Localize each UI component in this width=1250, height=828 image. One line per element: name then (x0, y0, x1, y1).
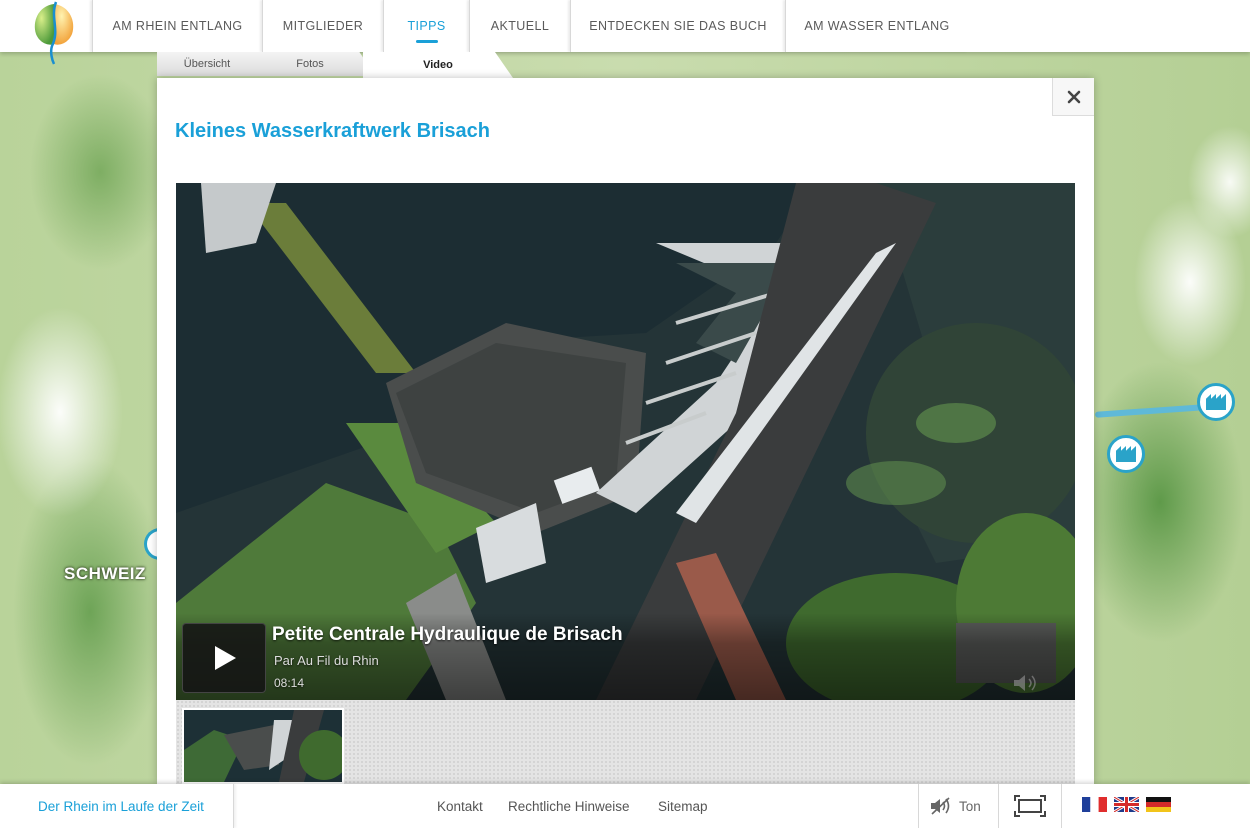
flag-fr-icon[interactable] (1082, 797, 1107, 812)
logo[interactable] (30, 0, 78, 66)
nav-item-am-rhein-entlang[interactable]: AM RHEIN ENTLANG (92, 0, 262, 52)
fullscreen-button[interactable] (998, 784, 1062, 828)
flag-en-icon[interactable] (1114, 797, 1139, 812)
map-marker-hydro-plant-icon[interactable] (1107, 435, 1145, 473)
fullscreen-icon (1014, 795, 1046, 817)
flag-de-icon[interactable] (1146, 797, 1171, 812)
video-duration: 08:14 (274, 676, 305, 690)
video-thumbnail[interactable] (182, 708, 344, 784)
nav-item-tipps[interactable]: TIPPS (383, 0, 469, 52)
footer: Der Rhein im Laufe der Zeit Kontakt Rech… (0, 784, 1250, 828)
close-button[interactable] (1052, 78, 1094, 116)
panel-title: Kleines Wasserkraftwerk Brisach (175, 120, 490, 142)
video-author[interactable]: Par Au Fil du Rhin (274, 653, 379, 668)
play-icon (215, 646, 236, 670)
play-button[interactable] (182, 623, 266, 693)
nav-item-am-wasser-entlang[interactable]: AM WASSER ENTLANG (785, 0, 968, 52)
close-icon (1067, 90, 1080, 103)
sound-toggle[interactable]: Ton (918, 784, 998, 828)
video-title[interactable]: Petite Centrale Hydraulique de Brisach (272, 624, 623, 646)
factory-icon (1206, 394, 1226, 410)
footer-home-link[interactable]: Der Rhein im Laufe der Zeit (0, 784, 234, 828)
tab-video[interactable]: Video (363, 52, 513, 78)
video-thumbnail-image (184, 710, 342, 782)
nav-item-mitglieder[interactable]: MITGLIEDER (262, 0, 383, 52)
footer-link-kontakt[interactable]: Kontakt (437, 784, 483, 828)
factory-icon (1116, 446, 1136, 462)
top-navigation: AM RHEIN ENTLANG MITGLIEDER TIPPS AKTUEL… (0, 0, 1250, 65)
map-country-label: SCHWEIZ (64, 564, 146, 583)
footer-link-sitemap[interactable]: Sitemap (658, 784, 708, 828)
nav-item-aktuell[interactable]: AKTUELL (469, 0, 570, 52)
video-player[interactable]: Petite Centrale Hydraulique de Brisach P… (176, 183, 1075, 700)
tab-uebersicht[interactable]: Übersicht (157, 52, 257, 76)
nav-item-entdecken-sie-das-buch[interactable]: ENTDECKEN SIE DAS BUCH (570, 0, 785, 52)
tab-fotos[interactable]: Fotos (245, 52, 375, 76)
sound-icon (931, 797, 950, 815)
volume-icon[interactable] (1012, 673, 1052, 693)
tip-detail-panel: Kleines Wasserkraftwerk Brisach Petite C… (157, 78, 1094, 784)
sound-label: Ton (959, 798, 981, 814)
map-marker-hydro-plant-icon[interactable] (1197, 383, 1235, 421)
video-thumbnail-strip (176, 700, 1075, 784)
footer-link-rechtliche-hinweise[interactable]: Rechtliche Hinweise (508, 784, 630, 828)
